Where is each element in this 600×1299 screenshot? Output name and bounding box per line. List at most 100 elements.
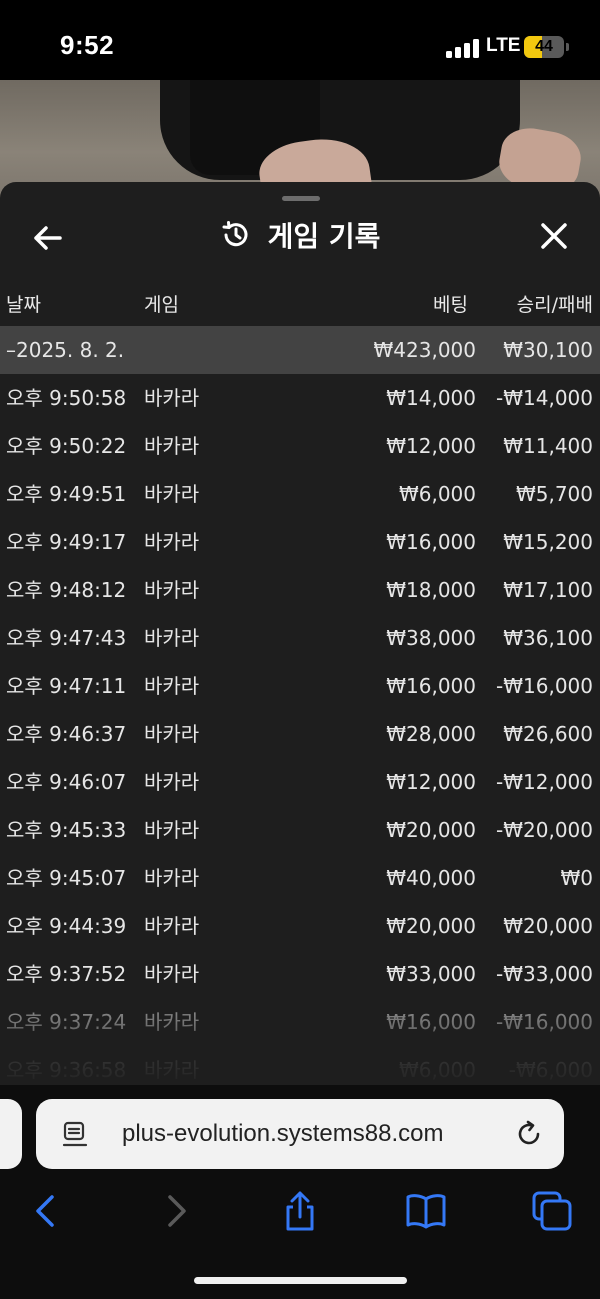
tabs-icon[interactable] <box>530 1189 574 1233</box>
history-row-game: 바카라 <box>144 482 200 506</box>
history-row-time: 오후 9:50:22 <box>6 434 127 458</box>
history-row-time: 오후 9:49:51 <box>6 482 127 506</box>
history-row-winloss: ₩15,200 <box>503 530 593 554</box>
history-row-game: 바카라 <box>144 770 200 794</box>
history-row[interactable]: 오후 9:46:37 바카라 ₩28,000 ₩26,600 <box>0 710 600 758</box>
status-time: 9:52 <box>60 30 115 60</box>
history-row-bet: ₩20,000 <box>386 914 476 938</box>
date-group-label: –2025. 8. 2. <box>6 338 125 362</box>
history-row[interactable]: 오후 9:47:43 바카라 ₩38,000 ₩36,100 <box>0 614 600 662</box>
history-icon <box>222 221 248 247</box>
history-row-time: 오후 9:49:17 <box>6 530 127 554</box>
browser-toolbar: plus-evolution.systems88.com <box>0 1085 600 1299</box>
history-row[interactable]: 오후 9:49:17 바카라 ₩16,000 ₩15,200 <box>0 518 600 566</box>
history-row-bet: ₩16,000 <box>386 1010 476 1034</box>
address-bar[interactable]: plus-evolution.systems88.com <box>36 1099 564 1169</box>
history-row-game: 바카라 <box>144 578 200 602</box>
date-group-row[interactable]: –2025. 8. 2. ₩423,000 ₩30,100 <box>0 326 600 374</box>
date-group-bet-total: ₩423,000 <box>373 338 476 362</box>
game-history-sheet: 게임 기록 날짜 게임 베팅 승리/패배 –2025. 8. 2. ₩423,0… <box>0 182 600 1085</box>
date-group-winloss-total: ₩30,100 <box>503 338 593 362</box>
history-row-winloss: -₩6,000 <box>508 1058 593 1082</box>
history-row-winloss: ₩26,600 <box>503 722 593 746</box>
previous-tab-preview[interactable] <box>0 1099 22 1169</box>
close-icon <box>541 223 567 249</box>
battery-tip <box>566 43 569 51</box>
history-row-winloss: ₩11,400 <box>503 434 593 458</box>
history-row-bet: ₩28,000 <box>386 722 476 746</box>
history-row[interactable]: 오후 9:44:39 바카라 ₩20,000 ₩20,000 <box>0 902 600 950</box>
history-row-winloss: -₩33,000 <box>496 962 593 986</box>
history-row[interactable]: 오후 9:45:33 바카라 ₩20,000 -₩20,000 <box>0 806 600 854</box>
home-indicator <box>194 1277 407 1284</box>
history-row[interactable]: 오후 9:50:58 바카라 ₩14,000 -₩14,000 <box>0 374 600 422</box>
bookmarks-icon[interactable] <box>404 1189 448 1233</box>
history-row-bet: ₩12,000 <box>386 434 476 458</box>
history-row-bet: ₩14,000 <box>386 386 476 410</box>
history-row-time: 오후 9:36:58 <box>6 1058 127 1082</box>
history-row-time: 오후 9:50:58 <box>6 386 127 410</box>
column-header-winloss: 승리/패배 <box>516 294 593 316</box>
column-header-game: 게임 <box>144 294 179 316</box>
history-row-time: 오후 9:45:07 <box>6 866 127 890</box>
history-row-time: 오후 9:45:33 <box>6 818 127 842</box>
battery-icon: 44 <box>524 36 564 58</box>
status-bar: 9:52 LTE 44 <box>0 0 600 80</box>
sheet-title: 게임 기록 <box>267 220 381 253</box>
column-header-date: 날짜 <box>6 294 41 316</box>
reload-icon[interactable] <box>514 1119 544 1149</box>
history-row-bet: ₩6,000 <box>398 1058 476 1082</box>
history-row-game: 바카라 <box>144 530 200 554</box>
chevron-right-icon[interactable] <box>154 1189 198 1233</box>
history-row-time: 오후 9:48:12 <box>6 578 127 602</box>
history-row-winloss: -₩12,000 <box>496 770 593 794</box>
history-row-winloss: ₩5,700 <box>515 482 593 506</box>
history-row-game: 바카라 <box>144 626 200 650</box>
history-row[interactable]: 오후 9:50:22 바카라 ₩12,000 ₩11,400 <box>0 422 600 470</box>
reader-mode-icon[interactable] <box>62 1121 88 1149</box>
history-row-time: 오후 9:46:37 <box>6 722 127 746</box>
history-row-time: 오후 9:46:07 <box>6 770 127 794</box>
history-row-bet: ₩33,000 <box>386 962 476 986</box>
battery-level: 44 <box>535 38 553 55</box>
history-row-game: 바카라 <box>144 818 200 842</box>
sheet-header: 게임 기록 <box>0 212 600 258</box>
history-row-bet: ₩20,000 <box>386 818 476 842</box>
history-row-winloss: ₩0 <box>560 866 594 890</box>
column-header-bet: 베팅 <box>433 294 468 316</box>
history-row-bet: ₩38,000 <box>386 626 476 650</box>
history-row[interactable]: 오후 9:37:24 바카라 ₩16,000 -₩16,000 <box>0 998 600 1046</box>
history-row-game: 바카라 <box>144 866 200 890</box>
history-row-bet: ₩16,000 <box>386 674 476 698</box>
history-row[interactable]: 오후 9:48:12 바카라 ₩18,000 ₩17,100 <box>0 566 600 614</box>
history-row-game: 바카라 <box>144 1010 200 1034</box>
history-row-winloss: -₩16,000 <box>496 674 593 698</box>
chevron-left-icon[interactable] <box>24 1189 68 1233</box>
history-row-game: 바카라 <box>144 722 200 746</box>
history-row-time: 오후 9:47:11 <box>6 674 127 698</box>
history-row[interactable]: 오후 9:36:58 바카라 ₩6,000 -₩6,000 <box>0 1046 600 1085</box>
history-row-winloss: -₩14,000 <box>496 386 593 410</box>
history-row[interactable]: 오후 9:47:11 바카라 ₩16,000 -₩16,000 <box>0 662 600 710</box>
history-row-game: 바카라 <box>144 386 200 410</box>
history-row-game: 바카라 <box>144 914 200 938</box>
history-row[interactable]: 오후 9:45:07 바카라 ₩40,000 ₩0 <box>0 854 600 902</box>
history-row-winloss: ₩20,000 <box>503 914 593 938</box>
history-row-bet: ₩18,000 <box>386 578 476 602</box>
sheet-grabber[interactable] <box>282 196 320 201</box>
history-row[interactable]: 오후 9:49:51 바카라 ₩6,000 ₩5,700 <box>0 470 600 518</box>
close-button[interactable] <box>534 216 574 256</box>
network-type: LTE <box>486 35 521 56</box>
history-row-time: 오후 9:37:52 <box>6 962 127 986</box>
cellular-signal-icon <box>446 38 480 58</box>
history-row-time: 오후 9:47:43 <box>6 626 127 650</box>
history-row[interactable]: 오후 9:46:07 바카라 ₩12,000 -₩12,000 <box>0 758 600 806</box>
history-row-time: 오후 9:44:39 <box>6 914 127 938</box>
history-row[interactable]: 오후 9:37:52 바카라 ₩33,000 -₩33,000 <box>0 950 600 998</box>
history-row-game: 바카라 <box>144 1058 200 1082</box>
history-row-bet: ₩40,000 <box>386 866 476 890</box>
url-text: plus-evolution.systems88.com <box>122 1120 444 1147</box>
history-row-winloss: -₩20,000 <box>496 818 593 842</box>
share-icon[interactable] <box>278 1189 322 1233</box>
history-row-bet: ₩16,000 <box>386 530 476 554</box>
